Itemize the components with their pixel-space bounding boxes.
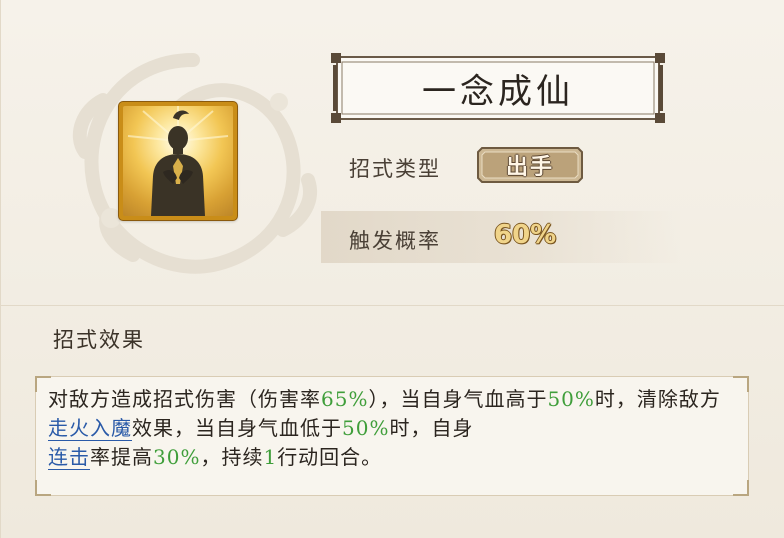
trigger-rate-value: 60% [494,220,557,250]
skill-detail-panel: 一念成仙 招式类型 出手 触发概率 60% 招式效果 对敌方造成招式伤害（伤害率… [0,0,784,538]
desc-text: 时，清除敌方 [594,387,721,411]
effect-section-title: 招式效果 [53,328,145,352]
desc-text: ，持续 [200,445,264,469]
damage-rate-value: 65% [321,387,369,411]
skill-type-value: 出手 [505,154,554,180]
corner-ornament [733,480,749,496]
hp-threshold-value: 50% [342,416,390,440]
skill-name: 一念成仙 [422,71,574,112]
hp-threshold-value: 50% [547,387,595,411]
trigger-rate-label: 触发概率 [349,229,441,253]
desc-text: 效果，当自身气血低于 [132,416,342,440]
section-divider [1,305,784,306]
keyword-link-zouhuorumo[interactable]: 走火入魔 [48,416,132,441]
skill-title-frame: 一念成仙 [331,53,665,123]
keyword-link-lianji[interactable]: 连击 [48,445,90,470]
desc-text: 时，自身 [389,416,474,440]
corner-ornament [35,480,51,496]
desc-text: 率提高 [90,445,153,469]
skill-type-badge: 出手 [476,146,584,184]
desc-text: 行动回合。 [277,445,383,469]
effect-description-box: 对敌方造成招式伤害（伤害率65%），当自身气血高于50%时，清除敌方走火入魔效果… [35,376,749,496]
duration-value: 1 [263,445,278,469]
skill-icon[interactable] [119,102,237,220]
desc-text: 对敌方造成招式伤害（伤害率 [48,387,321,411]
skill-type-label: 招式类型 [349,157,441,181]
effect-description: 对敌方造成招式伤害（伤害率65%），当自身气血高于50%时，清除敌方走火入魔效果… [48,385,738,472]
desc-text: ），当自身气血高于 [368,387,548,411]
combo-rate-value: 30% [153,445,201,469]
meditating-figure-icon [123,106,233,216]
